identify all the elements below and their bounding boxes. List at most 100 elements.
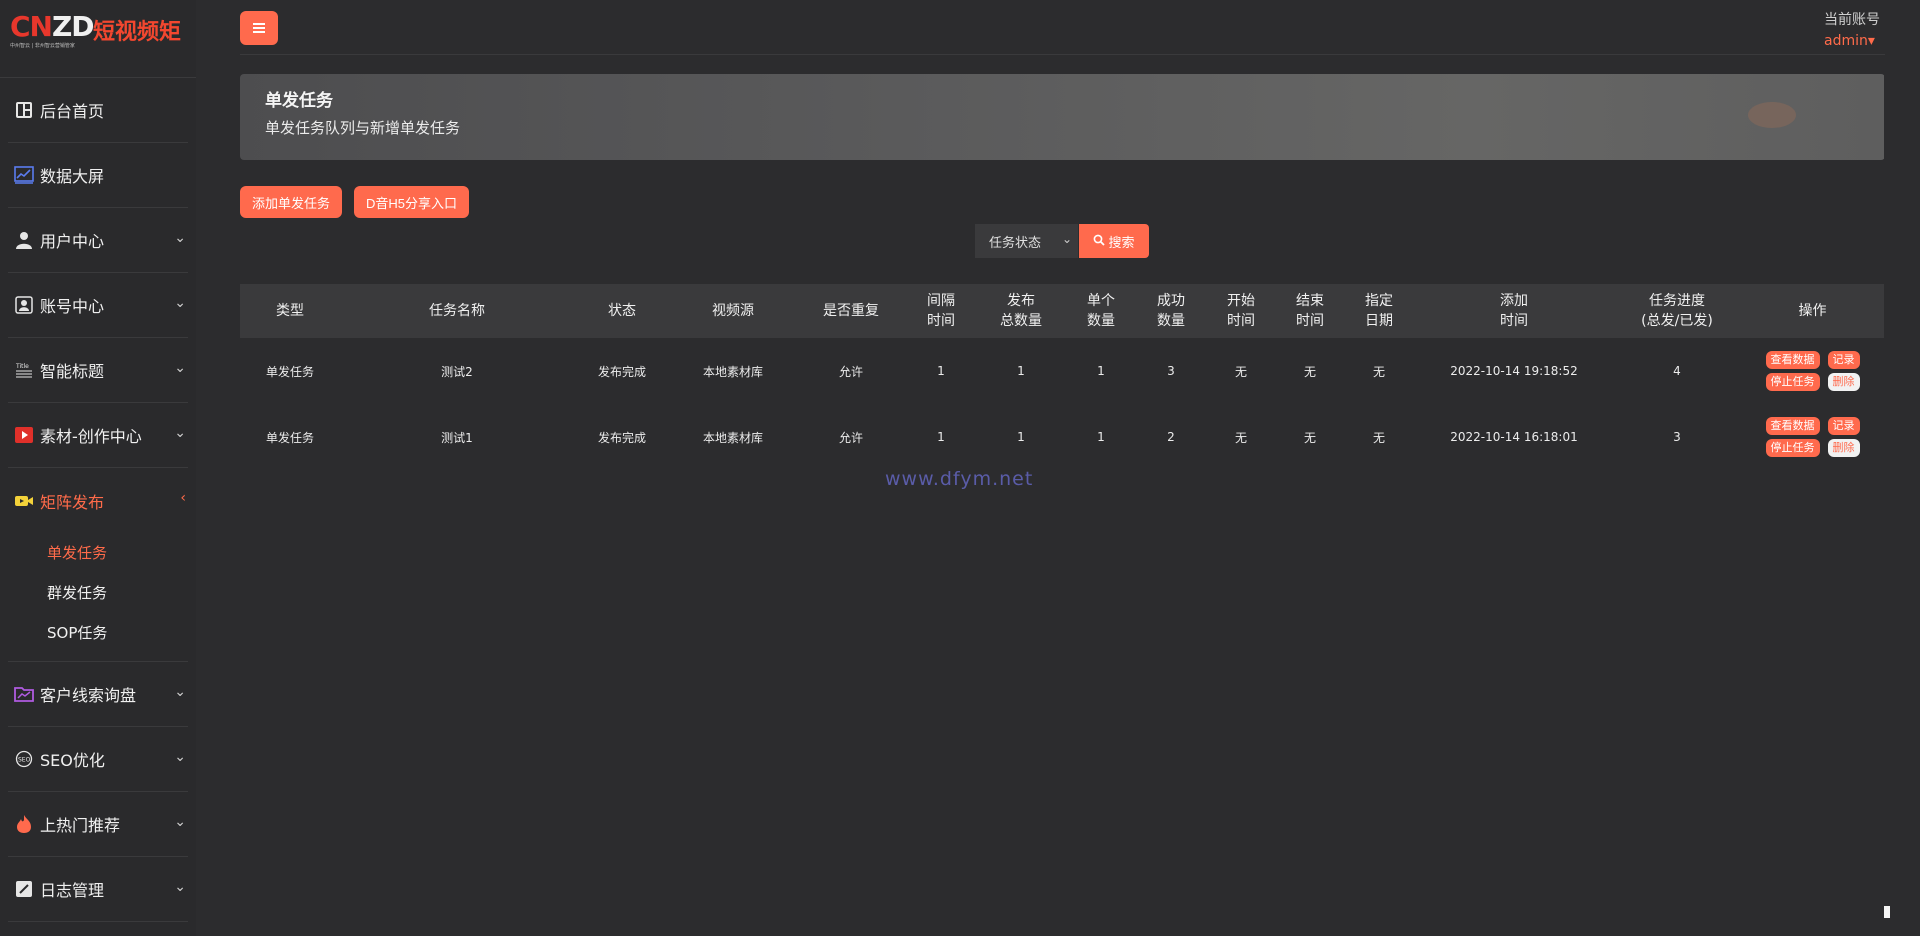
sidebar-item-smart-title[interactable]: Title 智能标题 ⌄ <box>8 338 188 403</box>
column-header: 任务进度 (总发/已发) <box>1614 284 1740 338</box>
sidebar-item-log-management[interactable]: 日志管理 ⌄ <box>8 857 188 922</box>
play-icon <box>14 425 34 445</box>
sidebar-item-label: 素材-创作中心 <box>40 427 142 446</box>
chevron-down-icon: ⌄ <box>174 295 186 311</box>
menu-toggle-button[interactable] <box>240 11 278 45</box>
fire-icon <box>14 814 34 834</box>
column-header: 指定 日期 <box>1344 284 1414 338</box>
column-header-text: 任务名称 <box>429 303 485 319</box>
banner-decoration <box>1748 102 1796 128</box>
column-header-text: 成功 <box>1157 293 1185 309</box>
records-button[interactable]: 记录 <box>1827 417 1860 435</box>
column-header-text: 开始 <box>1227 293 1255 309</box>
add-single-task-button[interactable]: 添加单发任务 <box>240 186 343 218</box>
scrollbar-track[interactable] <box>1884 56 1890 916</box>
column-header-text: 总数量 <box>1000 313 1042 329</box>
column-header-text: 视频源 <box>712 303 754 319</box>
delete-button[interactable]: 删除 <box>1827 373 1860 391</box>
table-cell: 3 <box>1673 430 1681 444</box>
account-user-dropdown[interactable]: admin▾ <box>1824 33 1880 49</box>
row-actions: 查看数据 记录 停止任务 删除 <box>1765 417 1860 457</box>
column-header-text: 时间 <box>927 313 955 329</box>
sidebar-item-user-center[interactable]: 用户中心 ⌄ <box>8 208 188 273</box>
column-header: 操作 <box>1740 284 1885 338</box>
sidebar-item-customer-leads[interactable]: 客户线索询盘 ⌄ <box>8 662 188 727</box>
sidebar: CNZD 短视频矩 中州智云 | 非州智云营销管家 后台首页 数据大屏 用户中心… <box>0 0 196 936</box>
table-cell: 发布完成 <box>597 430 646 445</box>
seo-icon: SEO <box>14 749 34 769</box>
column-header: 添加 时间 <box>1414 284 1614 338</box>
column-header-text: 添加 <box>1500 293 1528 309</box>
view-data-button[interactable]: 查看数据 <box>1765 417 1820 435</box>
actions-cell: 查看数据 记录 停止任务 删除 <box>1740 404 1885 470</box>
table-cell: 3 <box>1167 364 1175 378</box>
scrollbar-thumb[interactable] <box>1884 906 1890 918</box>
sidebar-item-label: 账号中心 <box>40 297 105 316</box>
column-header-text: 间隔 <box>927 293 955 309</box>
stop-task-button[interactable]: 停止任务 <box>1765 439 1820 457</box>
task-status-select-value: 任务状态 <box>989 235 1042 251</box>
svg-text:Title: Title <box>15 363 29 370</box>
column-header-text: 任务进度 <box>1649 293 1705 309</box>
column-header-text: 时间 <box>1500 313 1528 329</box>
folder-icon <box>14 684 34 704</box>
chevron-down-icon: ⌄ <box>174 879 186 895</box>
delete-button[interactable]: 删除 <box>1827 439 1860 457</box>
table-cell: 允许 <box>838 430 863 445</box>
sidebar-menu-lower: 客户线索询盘 ⌄ SEO SEO优化 ⌄ 上热门推荐 ⌄ 日志管理 ⌄ <box>0 662 196 922</box>
sidebar-item-label: 上热门推荐 <box>40 816 121 835</box>
table-cell: 发布完成 <box>597 364 646 379</box>
column-header-text: 时间 <box>1296 313 1324 329</box>
column-header-text: 数量 <box>1157 313 1185 329</box>
sidebar-item-seo[interactable]: SEO SEO优化 ⌄ <box>8 727 188 792</box>
table-cell: 无 <box>1234 364 1247 379</box>
submenu-item-group-task[interactable]: 群发任务 <box>8 573 188 613</box>
table-cell: 测试1 <box>441 430 473 445</box>
column-header-text: 是否重复 <box>823 303 879 319</box>
sidebar-item-dashboard[interactable]: 后台首页 <box>8 78 188 143</box>
table-row: 单发任务 测试2 发布完成 本地素材库 允许 1 1 1 3 无 无 无 2022-10-14 19:1… <box>240 338 1885 404</box>
records-button[interactable]: 记录 <box>1827 351 1860 369</box>
column-header-text: 结束 <box>1296 293 1324 309</box>
table-row: 单发任务 测试1 发布完成 本地素材库 允许 1 1 1 2 无 无 无 2022-10-14 16:1… <box>240 404 1885 470</box>
sidebar-item-hot-recommend[interactable]: 上热门推荐 ⌄ <box>8 792 188 857</box>
title-icon: Title <box>14 360 34 380</box>
column-header-text: 数量 <box>1087 313 1115 329</box>
page-title: 单发任务 <box>265 91 333 111</box>
account-info: 当前账号 admin▾ <box>1824 9 1880 49</box>
task-table: 类型 任务名称 状态 视频源 是否重复 间隔 时间 发布 总数量 单个 数量 成功 数量 开始 时间 结束 时间… <box>240 284 1885 470</box>
column-header-text: 日期 <box>1365 313 1393 329</box>
chevron-down-icon: ⌄ <box>174 425 186 441</box>
row-actions-top: 查看数据 记录 <box>1765 417 1860 435</box>
sidebar-item-data-screen[interactable]: 数据大屏 <box>8 143 188 208</box>
table-cell: 1 <box>937 430 945 444</box>
column-header: 发布 总数量 <box>976 284 1066 338</box>
hamburger-icon <box>253 21 265 35</box>
sidebar-item-material-center[interactable]: 素材-创作中心 ⌄ <box>8 403 188 468</box>
search-button-label: 搜索 <box>1108 234 1135 250</box>
table-cell: 无 <box>1303 364 1316 379</box>
watermark: www.dfym.net <box>885 468 1034 490</box>
search-icon <box>1093 234 1106 249</box>
submenu-item-sop-task[interactable]: SOP任务 <box>8 613 188 653</box>
page-banner: 单发任务 单发任务队列与新增单发任务 <box>240 74 1885 160</box>
h5-share-entry-button[interactable]: D音H5分享入口 <box>354 186 470 218</box>
table-cell: 1 <box>1017 430 1025 444</box>
task-status-select[interactable]: 任务状态 ⌄ <box>975 224 1078 258</box>
sidebar-item-account-center[interactable]: 账号中心 ⌄ <box>8 273 188 338</box>
view-data-button[interactable]: 查看数据 <box>1765 351 1820 369</box>
sidebar-item-matrix-publish[interactable]: 矩阵发布 ‹ <box>8 468 188 533</box>
sidebar-item-label: 日志管理 <box>40 881 105 900</box>
stop-task-button[interactable]: 停止任务 <box>1765 373 1820 391</box>
table-cell: 单发任务 <box>265 430 314 445</box>
logo-mark: CNZD <box>10 10 95 43</box>
submenu-item-single-task[interactable]: 单发任务 <box>8 533 188 573</box>
table-cell: 无 <box>1234 430 1247 445</box>
header-divider <box>240 54 1885 55</box>
column-header: 类型 <box>240 284 340 338</box>
table-cell: 1 <box>1097 430 1105 444</box>
column-header-text: 发布 <box>1007 293 1035 309</box>
log-icon <box>14 879 34 899</box>
search-button[interactable]: 搜索 <box>1079 224 1149 258</box>
column-header-text: 操作 <box>1798 303 1827 319</box>
